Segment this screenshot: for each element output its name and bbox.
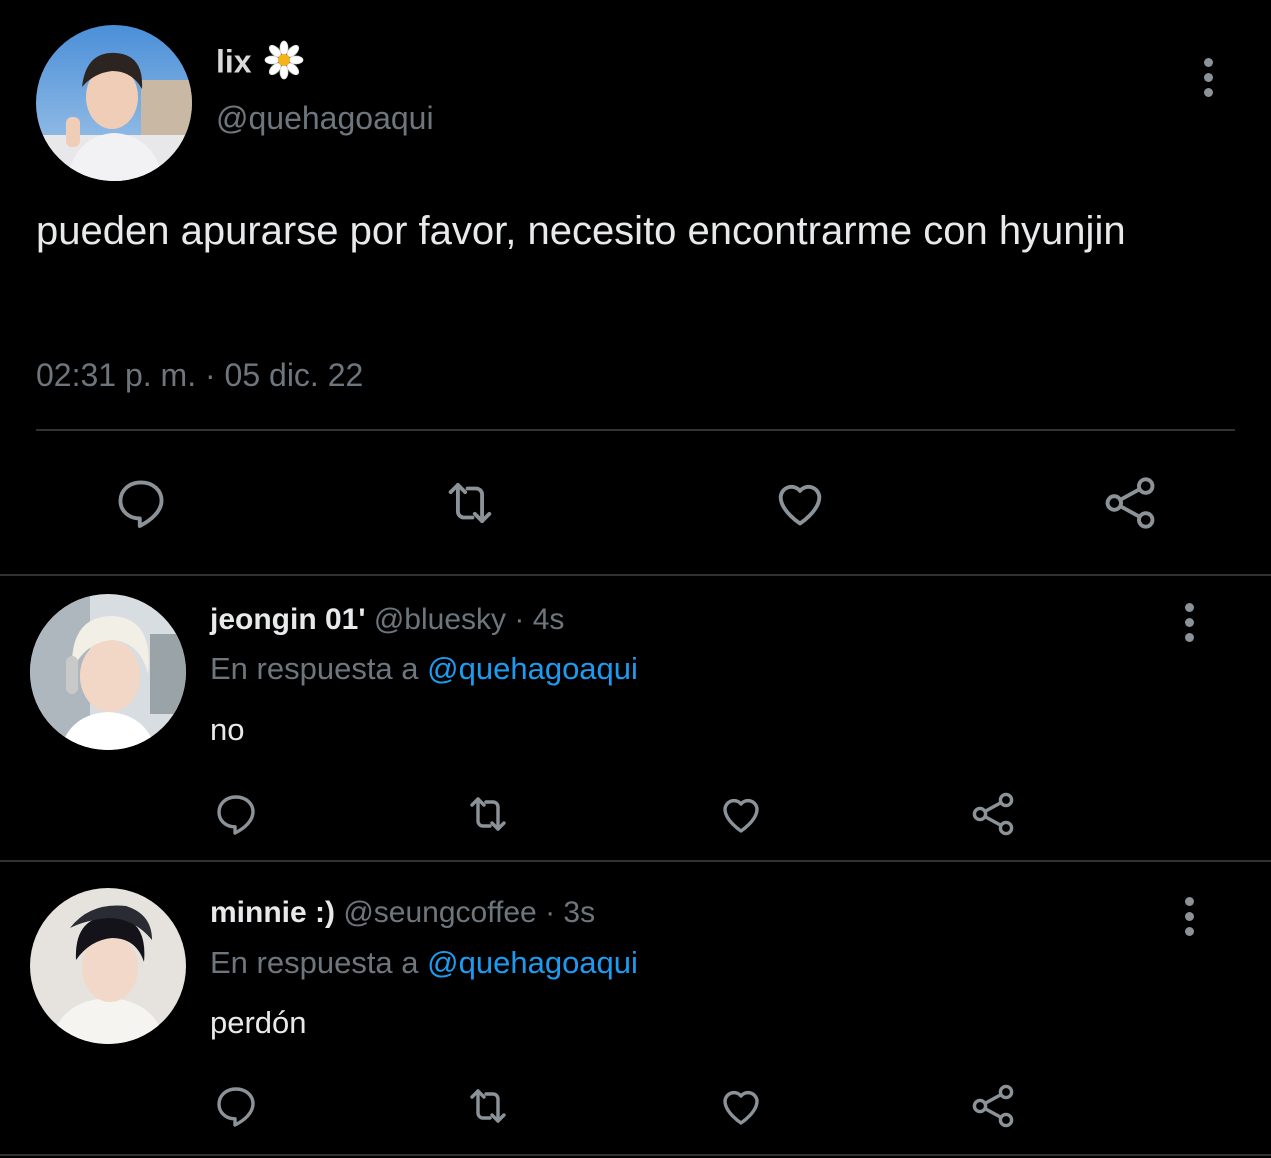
more-options-icon[interactable] — [1201, 58, 1215, 97]
reply-handle[interactable]: @bluesky — [374, 603, 506, 636]
main-tweet-display-name[interactable]: lix — [216, 40, 304, 88]
main-tweet-handle[interactable]: @quehagoaqui — [216, 100, 434, 137]
display-name-text: lix — [216, 43, 252, 80]
section-divider — [0, 860, 1271, 862]
section-divider — [0, 1154, 1271, 1156]
reply-display-name[interactable]: jeongin 01' — [210, 603, 366, 636]
reply-avatar[interactable] — [30, 594, 186, 750]
reply-context: En respuesta a @quehagoaqui — [210, 945, 638, 981]
main-tweet-avatar[interactable] — [36, 25, 192, 181]
reply-handle[interactable]: @seungcoffee — [343, 896, 536, 929]
main-tweet-divider — [36, 429, 1235, 431]
more-options-icon[interactable] — [1182, 897, 1196, 936]
reply-header: jeongin 01' @bluesky · 4s — [210, 603, 564, 637]
reply-text: no — [210, 712, 245, 747]
reply-time: · 3s — [545, 896, 596, 929]
share-icon[interactable] — [968, 1082, 1018, 1130]
section-divider — [0, 574, 1271, 576]
reply-icon[interactable] — [212, 790, 260, 838]
like-icon[interactable] — [770, 474, 830, 532]
retweet-icon[interactable] — [437, 474, 503, 532]
main-tweet-timestamp[interactable]: 02:31 p. m. · 05 dic. 22 — [36, 357, 363, 394]
reply-text: perdón — [210, 1005, 307, 1040]
reply-prefix: En respuesta a — [210, 945, 419, 980]
reply-to-link[interactable]: @quehagoaqui — [427, 945, 638, 980]
share-icon[interactable] — [968, 790, 1018, 838]
reply-time: · 4s — [514, 603, 565, 636]
reply-display-name[interactable]: minnie :) — [210, 896, 335, 929]
reply-icon[interactable] — [212, 1082, 260, 1130]
reply-icon[interactable] — [112, 474, 170, 532]
reply-to-link[interactable]: @quehagoaqui — [427, 651, 638, 686]
reply-header: minnie :) @seungcoffee · 3s — [210, 896, 595, 930]
reply-prefix: En respuesta a — [210, 651, 419, 686]
like-icon[interactable] — [716, 790, 766, 838]
like-icon[interactable] — [716, 1082, 766, 1130]
reply-context: En respuesta a @quehagoaqui — [210, 651, 638, 687]
retweet-icon[interactable] — [460, 1082, 516, 1130]
share-icon[interactable] — [1100, 474, 1160, 532]
more-options-icon[interactable] — [1182, 603, 1196, 642]
retweet-icon[interactable] — [460, 790, 516, 838]
reply-avatar[interactable] — [30, 888, 186, 1044]
daisy-emoji-icon — [264, 40, 304, 88]
main-tweet-text: pueden apurarse por favor, necesito enco… — [36, 209, 1126, 253]
